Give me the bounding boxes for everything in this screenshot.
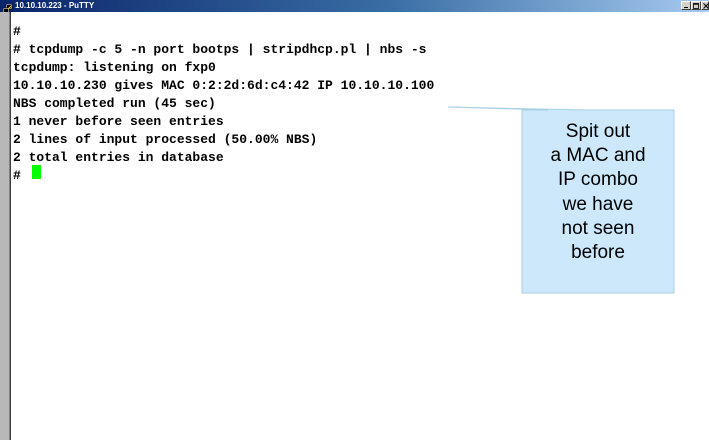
- callout-line: not seen: [561, 217, 635, 239]
- window-title: 10.10.10.223 - PuTTY: [15, 1, 95, 10]
- terminal-line: NBS completed run (45 sec): [13, 96, 216, 111]
- putty-window: 10.10.10.223 - PuTTY # # tcpdump -c 5 -n…: [0, 0, 709, 440]
- minimize-button[interactable]: [681, 1, 691, 10]
- maximize-button[interactable]: [691, 1, 701, 10]
- putty-icon[interactable]: [2, 1, 13, 14]
- terminal-cursor: [32, 165, 41, 179]
- close-icon: [703, 3, 709, 9]
- callout-line: a MAC and: [550, 145, 646, 167]
- terminal-line: 1 never before seen entries: [13, 114, 224, 129]
- terminal-line: 2 total entries in database: [13, 150, 224, 165]
- minimize-icon: [684, 7, 688, 8]
- callout-line: before: [571, 242, 625, 264]
- title-bar[interactable]: 10.10.10.223 - PuTTY: [0, 0, 709, 14]
- terminal-line: #: [13, 24, 21, 39]
- maximize-icon: [693, 3, 699, 9]
- terminal-line: tcpdump: listening on fxp0: [13, 60, 216, 75]
- callout-line: we have: [562, 193, 634, 215]
- terminal-prompt: #: [13, 168, 21, 183]
- callout-line: IP combo: [558, 169, 638, 191]
- callout-line: Spit out: [565, 121, 631, 142]
- window-frame-left: [0, 12, 10, 440]
- close-button[interactable]: [701, 1, 709, 10]
- terminal-line: 10.10.10.230 gives MAC 0:2:2d:6d:c4:42 I…: [13, 78, 435, 93]
- terminal-line: # tcpdump -c 5 -n port bootps | stripdhc…: [13, 42, 427, 57]
- terminal-line: 2 lines of input processed (50.00% NBS): [13, 132, 318, 147]
- callout-text: Spit out a MAC and IP combo we have not …: [522, 110, 674, 293]
